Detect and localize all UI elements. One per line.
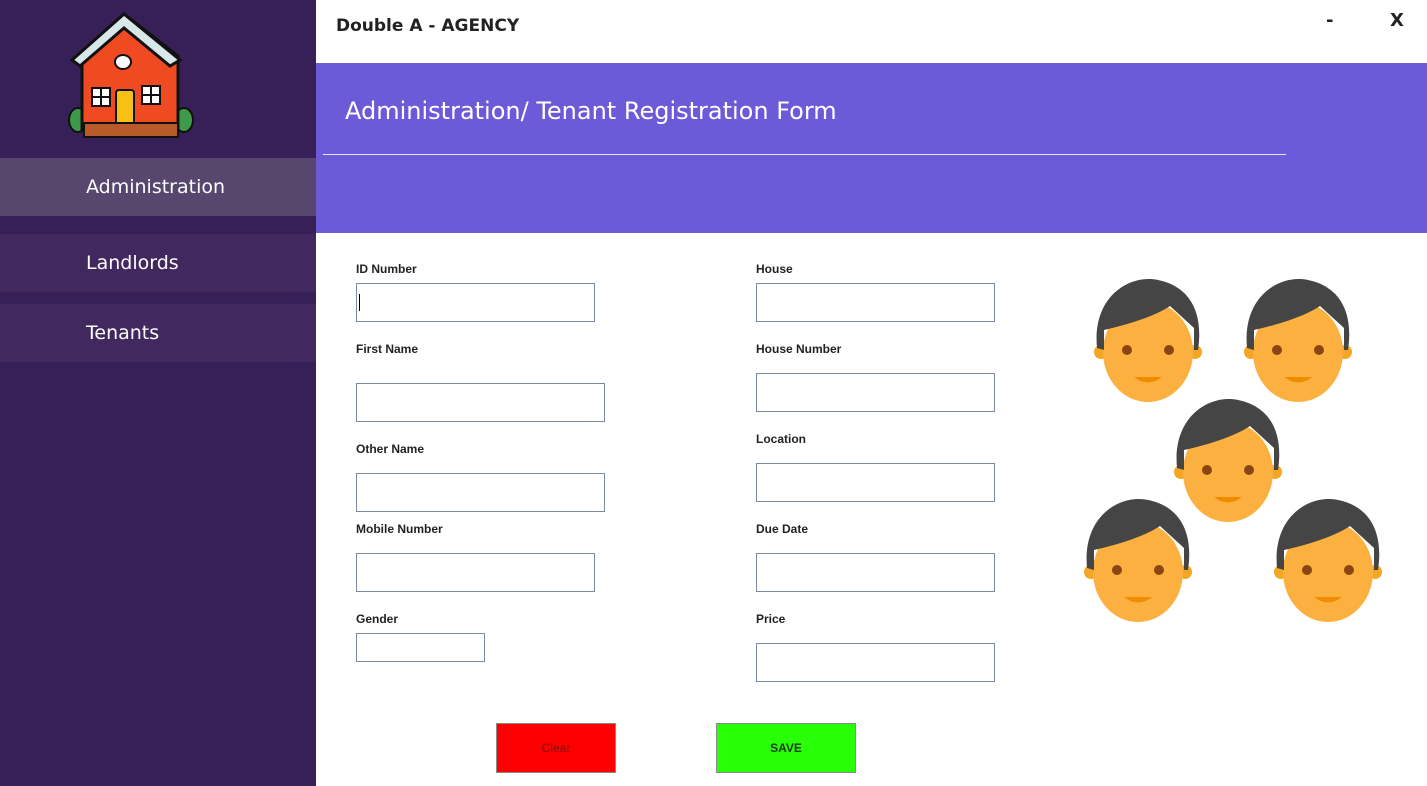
other-name-field[interactable] — [356, 473, 605, 512]
due-date-label: Due Date — [756, 522, 809, 536]
sidebar-item-administration[interactable]: Administration — [0, 158, 316, 216]
price-field[interactable] — [756, 643, 995, 682]
location-field[interactable] — [756, 463, 995, 502]
id-number-field[interactable] — [356, 283, 595, 322]
save-button[interactable]: SAVE — [716, 723, 856, 773]
gender-field[interactable] — [356, 633, 485, 662]
people-faces-icon — [1084, 279, 1382, 622]
id-number-label: ID Number — [356, 262, 417, 276]
house-icon — [68, 12, 194, 138]
sidebar-item-landlords[interactable]: Landlords — [0, 234, 316, 292]
sidebar-item-label: Landlords — [86, 252, 179, 274]
due-date-field[interactable] — [756, 553, 995, 592]
other-name-label: Other Name — [356, 442, 425, 456]
clear-button[interactable]: Clear — [496, 723, 616, 773]
first-name-label: First Name — [356, 342, 419, 356]
close-button[interactable]: X — [1390, 10, 1404, 31]
sidebar-item-tenants[interactable]: Tenants — [0, 304, 316, 362]
mobile-number-field[interactable] — [356, 553, 595, 592]
first-name-field[interactable] — [356, 383, 605, 422]
house-number-label: House Number — [756, 342, 842, 356]
app-title: Double A - AGENCY — [336, 16, 520, 36]
sidebar-item-label: Administration — [86, 176, 226, 198]
price-label: Price — [756, 612, 786, 626]
house-field[interactable] — [756, 283, 995, 322]
gender-label: Gender — [356, 612, 399, 626]
page-header: Administration/ Tenant Registration Form — [316, 63, 1427, 233]
sidebar-item-label: Tenants — [86, 322, 160, 344]
house-number-field[interactable] — [756, 373, 995, 412]
mobile-number-label: Mobile Number — [356, 522, 443, 536]
header-divider — [323, 154, 1286, 155]
location-label: Location — [756, 432, 806, 446]
text-caret — [359, 294, 360, 311]
page-title: Administration/ Tenant Registration Form — [345, 97, 837, 125]
minimize-button[interactable]: - — [1326, 10, 1333, 31]
house-label: House — [756, 262, 793, 276]
sidebar: Administration Landlords Tenants — [0, 0, 316, 786]
